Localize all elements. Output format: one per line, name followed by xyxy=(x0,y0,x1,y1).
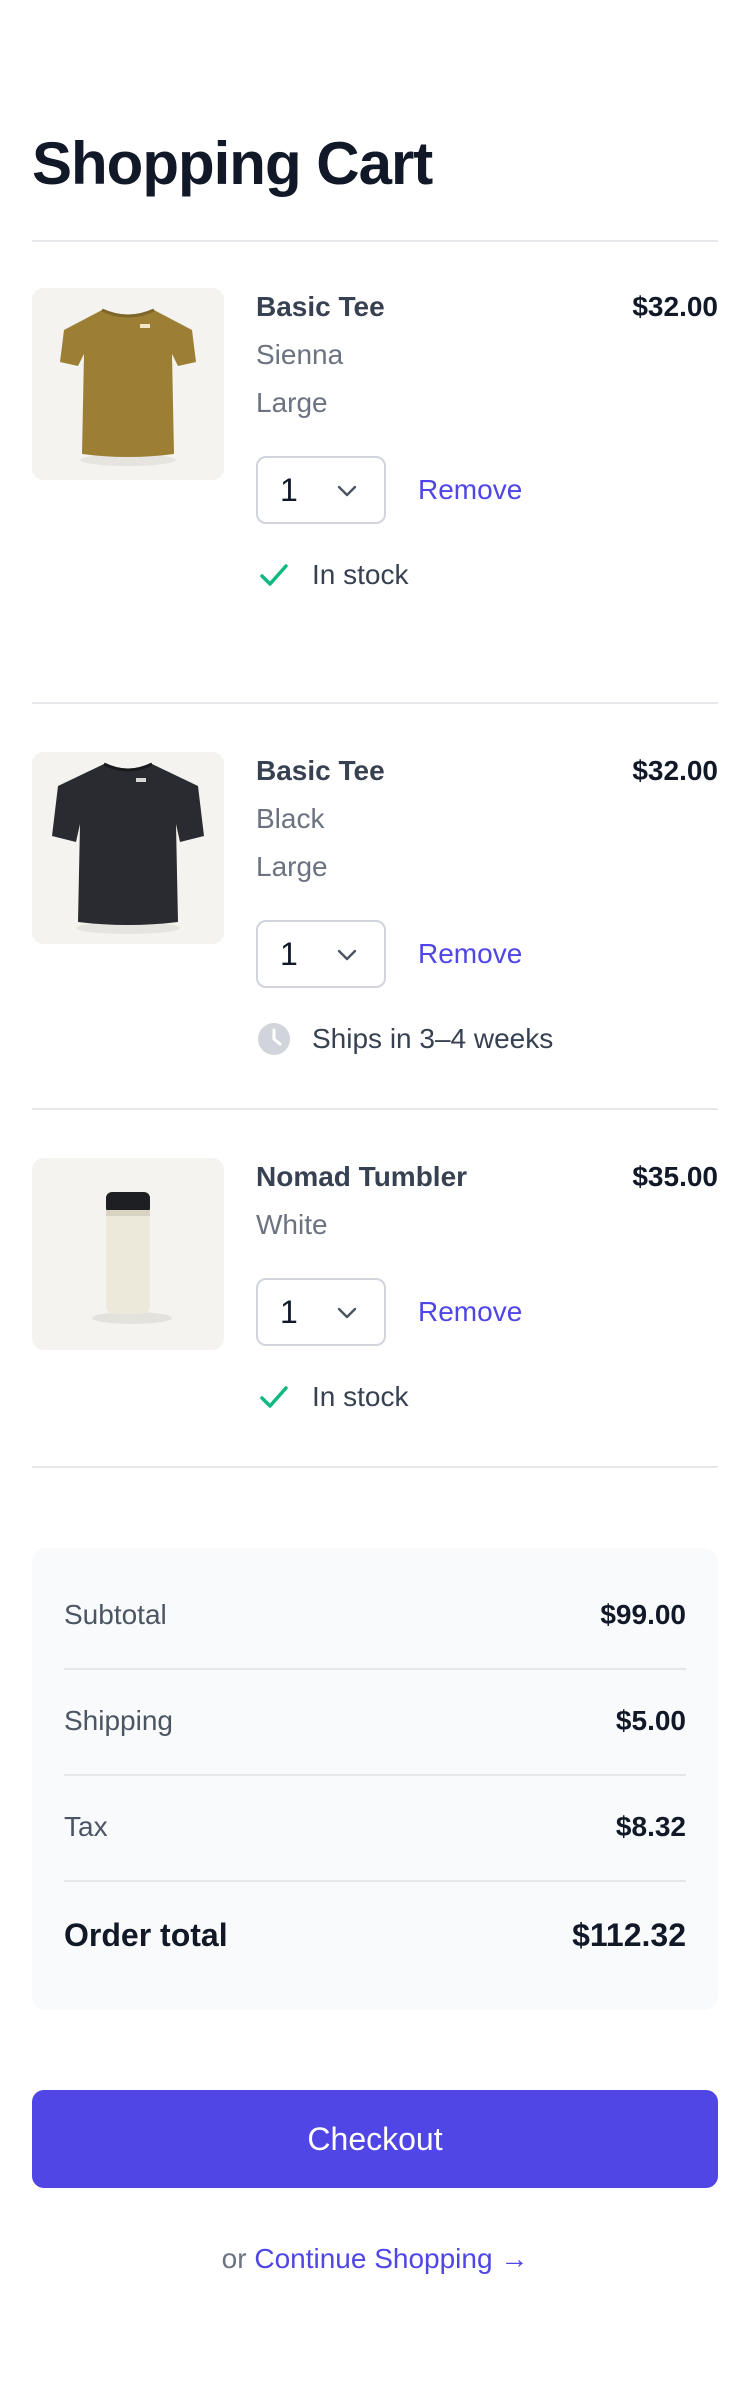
remove-button[interactable]: Remove xyxy=(418,1293,522,1331)
subtotal-label: Subtotal xyxy=(64,1599,167,1630)
summary-divider xyxy=(64,1880,686,1882)
shipping-row: Shipping $5.00 xyxy=(64,1702,686,1740)
summary-divider xyxy=(64,1668,686,1670)
shopping-cart-page: Shopping Cart Basic Tee $32.00 Sienna La… xyxy=(0,0,750,2406)
product-color: Sienna xyxy=(256,339,344,370)
quantity-value: 1 xyxy=(280,1293,298,1330)
order-total-value: $112.32 xyxy=(572,1917,686,1953)
quantity-select[interactable]: 1 xyxy=(256,1278,386,1346)
product-color: White xyxy=(256,1209,328,1240)
status-text: In stock xyxy=(312,559,409,590)
order-total-row: Order total $112.32 xyxy=(64,1916,686,1954)
tax-label: Tax xyxy=(64,1811,108,1842)
product-name[interactable]: Nomad Tumbler xyxy=(256,1158,467,1196)
divider xyxy=(32,240,718,242)
quantity-select[interactable]: 1 xyxy=(256,456,386,524)
product-price: $32.00 xyxy=(632,755,718,786)
quantity-select[interactable]: 1 xyxy=(256,920,386,988)
cart-item: Basic Tee $32.00 Black Large 1 Remove Sh… xyxy=(32,752,718,1055)
stock-status: In stock xyxy=(256,556,408,594)
page-title: Shopping Cart xyxy=(32,130,433,197)
subtotal-row: Subtotal $99.00 xyxy=(64,1596,686,1634)
check-icon xyxy=(260,564,288,586)
divider xyxy=(32,1466,718,1468)
stock-status: In stock xyxy=(256,1378,408,1416)
product-image-tumbler-white[interactable] xyxy=(32,1158,224,1350)
order-summary: Subtotal $99.00 Shipping $5.00 Tax $8.32… xyxy=(32,1548,718,2010)
divider xyxy=(32,1108,718,1110)
product-image-tee-black[interactable] xyxy=(32,752,224,944)
cart-item: Basic Tee $32.00 Sienna Large 1 Remove I… xyxy=(32,288,718,590)
product-image-tee-sienna[interactable] xyxy=(32,288,224,480)
chevron-down-icon xyxy=(337,949,357,961)
remove-button[interactable]: Remove xyxy=(418,935,522,973)
tshirt-image xyxy=(32,752,224,944)
order-total-label: Order total xyxy=(64,1917,228,1953)
check-icon xyxy=(260,1386,288,1408)
product-name[interactable]: Basic Tee xyxy=(256,752,385,790)
status-text: Ships in 3–4 weeks xyxy=(312,1023,554,1054)
quantity-value: 1 xyxy=(280,471,298,508)
checkout-button[interactable]: Checkout xyxy=(32,2090,718,2188)
continue-shopping: or Continue Shopping → xyxy=(0,2240,750,2278)
clock-icon xyxy=(258,1023,290,1055)
shipping-value: $5.00 xyxy=(615,1705,686,1736)
continue-prefix: or xyxy=(221,2243,247,2274)
quantity-value: 1 xyxy=(280,935,298,972)
product-price: $35.00 xyxy=(632,1161,718,1192)
remove-button[interactable]: Remove xyxy=(418,471,522,509)
product-size: Large xyxy=(256,851,328,882)
product-price: $32.00 xyxy=(632,291,718,322)
chevron-down-icon xyxy=(337,485,357,497)
product-color: Black xyxy=(256,803,325,834)
divider xyxy=(32,702,718,704)
chevron-down-icon xyxy=(337,1307,357,1319)
tshirt-image xyxy=(32,288,224,480)
product-name[interactable]: Basic Tee xyxy=(256,288,385,326)
status-text: In stock xyxy=(312,1381,409,1412)
tax-row: Tax $8.32 xyxy=(64,1808,686,1846)
subtotal-value: $99.00 xyxy=(600,1599,686,1630)
tumbler-image xyxy=(32,1158,224,1350)
tax-value: $8.32 xyxy=(615,1811,686,1842)
product-size: Large xyxy=(256,387,328,418)
shipping-status: Ships in 3–4 weeks xyxy=(256,1020,553,1058)
summary-divider xyxy=(64,1774,686,1776)
cart-item: Nomad Tumbler $35.00 White 1 Remove In s… xyxy=(32,1158,718,1418)
shipping-label: Shipping xyxy=(64,1705,173,1736)
continue-shopping-link[interactable]: Continue Shopping → xyxy=(254,2243,528,2274)
